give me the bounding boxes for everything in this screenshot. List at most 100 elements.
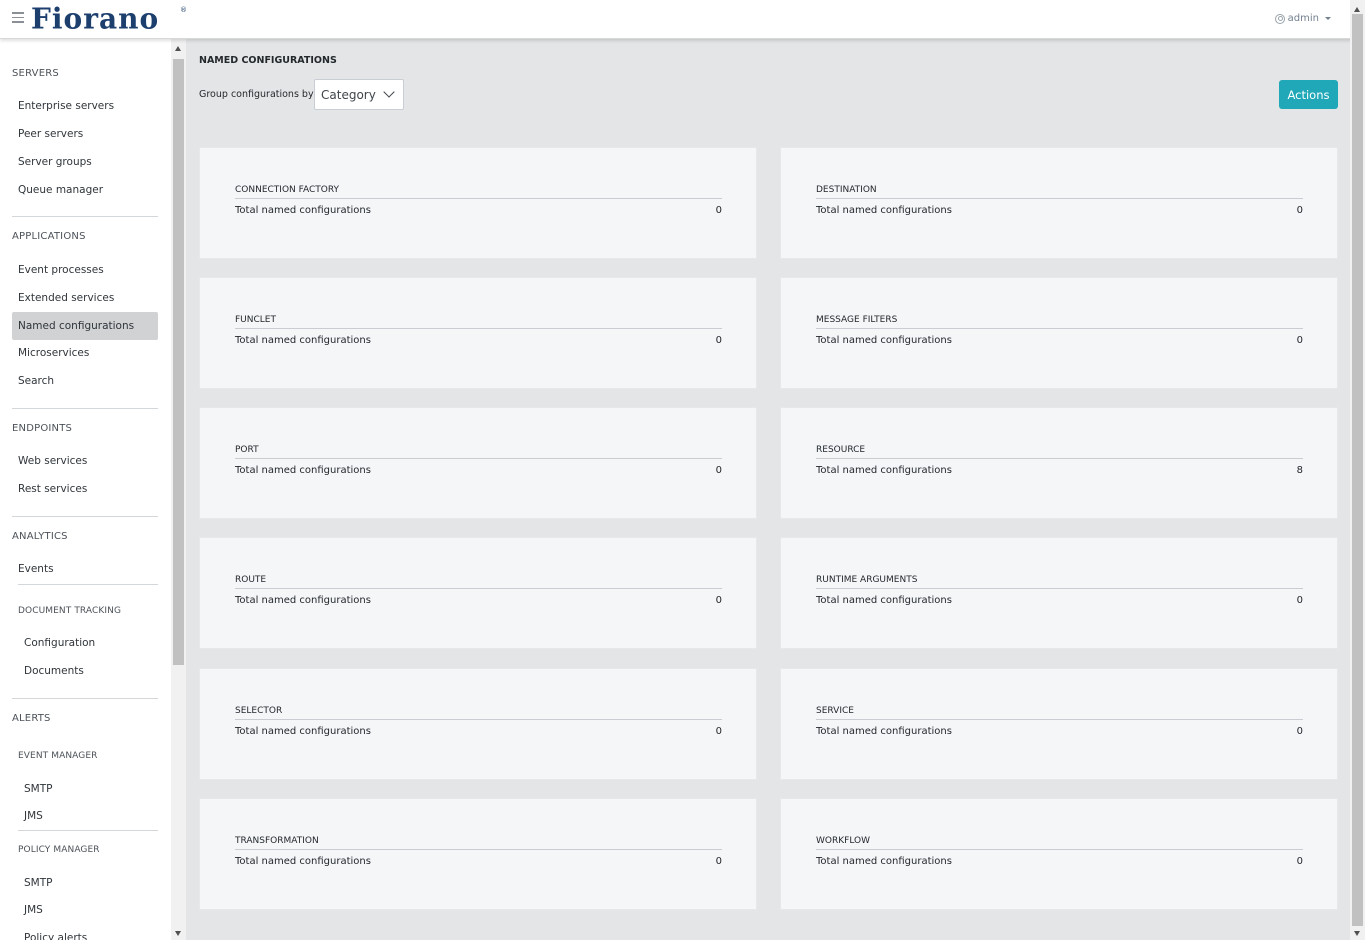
- card-label: Total named configurations: [235, 465, 371, 476]
- page-title: NAMED CONFIGURATIONS: [199, 55, 337, 66]
- sidebar-item-rest-services[interactable]: Rest services: [12, 475, 158, 503]
- card-value: 0: [715, 726, 722, 737]
- card-title: RESOURCE: [816, 445, 866, 455]
- sidebar-item-events[interactable]: Events: [12, 555, 158, 583]
- sidebar-section-alerts: ALERTS: [12, 713, 51, 724]
- group-by-label: Group configurations by: [199, 89, 314, 100]
- scroll-up-arrow-icon[interactable]: [1354, 7, 1360, 12]
- card-label: Total named configurations: [816, 335, 952, 346]
- user-name: admin: [1287, 13, 1319, 24]
- hamburger-menu-icon[interactable]: [12, 12, 24, 24]
- card-label: Total named configurations: [816, 595, 952, 606]
- card-title: DESTINATION: [816, 185, 877, 195]
- card-divider: [816, 458, 1303, 459]
- sidebar-item-microservices[interactable]: Microservices: [12, 339, 158, 367]
- sidebar-section-applications: APPLICATIONS: [12, 231, 86, 242]
- sidebar-item-configuration[interactable]: Configuration: [12, 629, 158, 657]
- card-title: SELECTOR: [235, 706, 283, 716]
- registered-mark-icon: ®: [180, 6, 187, 14]
- card-value: 0: [1296, 335, 1303, 346]
- sidebar-item-policy-smtp[interactable]: SMTP: [12, 869, 158, 897]
- config-card-service[interactable]: SERVICE Total named configurations 0: [780, 668, 1338, 780]
- card-label: Total named configurations: [816, 856, 952, 867]
- card-title: MESSAGE FILTERS: [816, 315, 898, 325]
- card-divider: [235, 458, 722, 459]
- sidebar-item-policy-jms[interactable]: JMS: [12, 896, 158, 924]
- sidebar-scrollbar[interactable]: [171, 39, 186, 940]
- chevron-down-icon: [383, 86, 395, 98]
- sidebar-section-analytics: ANALYTICS: [12, 531, 68, 542]
- card-value: 0: [715, 595, 722, 606]
- sidebar-item-event-jms[interactable]: JMS: [12, 802, 158, 830]
- page-scrollbar-thumb[interactable]: [1352, 14, 1363, 926]
- card-value: 0: [715, 465, 722, 476]
- card-label: Total named configurations: [816, 726, 952, 737]
- card-value: 0: [1296, 595, 1303, 606]
- card-divider: [235, 588, 722, 589]
- scroll-down-arrow-icon[interactable]: [1354, 931, 1360, 936]
- page-scrollbar[interactable]: [1350, 0, 1365, 940]
- scroll-up-arrow-icon[interactable]: [175, 46, 181, 51]
- main-content: NAMED CONFIGURATIONS Group configuration…: [186, 39, 1350, 940]
- top-bar: Fiorano ® admin: [0, 0, 1365, 39]
- group-by-select-value: Category: [321, 88, 376, 102]
- sidebar-section-servers: SERVERS: [12, 68, 59, 79]
- group-by-select[interactable]: Category: [314, 79, 404, 110]
- sidebar-divider: [12, 216, 158, 217]
- config-card-runtime-arguments[interactable]: RUNTIME ARGUMENTS Total named configurat…: [780, 537, 1338, 649]
- sidebar-item-peer-servers[interactable]: Peer servers: [12, 120, 158, 148]
- user-menu[interactable]: admin: [1274, 13, 1331, 24]
- sidebar-item-event-smtp[interactable]: SMTP: [12, 775, 158, 803]
- config-card-connection-factory[interactable]: CONNECTION FACTORY Total named configura…: [199, 147, 757, 259]
- card-label: Total named configurations: [235, 595, 371, 606]
- config-card-message-filters[interactable]: MESSAGE FILTERS Total named configuratio…: [780, 277, 1338, 389]
- card-label: Total named configurations: [235, 856, 371, 867]
- sidebar-item-queue-manager[interactable]: Queue manager: [12, 176, 158, 204]
- card-label: Total named configurations: [235, 726, 371, 737]
- card-title: CONNECTION FACTORY: [235, 185, 340, 195]
- sidebar-section-policy-manager: POLICY MANAGER: [18, 845, 100, 855]
- card-label: Total named configurations: [816, 465, 952, 476]
- config-card-port[interactable]: PORT Total named configurations 0: [199, 407, 757, 519]
- config-card-funclet[interactable]: FUNCLET Total named configurations 0: [199, 277, 757, 389]
- card-value: 0: [1296, 726, 1303, 737]
- card-title: ROUTE: [235, 575, 267, 585]
- sidebar: SERVERS Enterprise servers Peer servers …: [0, 39, 171, 940]
- caret-down-icon: [1325, 17, 1331, 20]
- card-divider: [816, 719, 1303, 720]
- sidebar-item-extended-services[interactable]: Extended services: [12, 284, 158, 312]
- sidebar-scrollbar-thumb[interactable]: [173, 59, 184, 665]
- card-divider: [235, 328, 722, 329]
- sidebar-item-policy-alerts[interactable]: Policy alerts: [12, 924, 158, 940]
- card-value: 0: [1296, 205, 1303, 216]
- sidebar-section-document-tracking: DOCUMENT TRACKING: [18, 606, 122, 616]
- config-card-destination[interactable]: DESTINATION Total named configurations 0: [780, 147, 1338, 259]
- sidebar-divider: [12, 698, 158, 699]
- sidebar-item-web-services[interactable]: Web services: [12, 447, 158, 475]
- fiorano-logo[interactable]: Fiorano: [31, 3, 159, 35]
- sidebar-item-event-processes[interactable]: Event processes: [12, 256, 158, 284]
- sidebar-section-event-manager: EVENT MANAGER: [18, 751, 98, 761]
- config-card-workflow[interactable]: WORKFLOW Total named configurations 0: [780, 798, 1338, 910]
- card-value: 0: [715, 335, 722, 346]
- config-card-route[interactable]: ROUTE Total named configurations 0: [199, 537, 757, 649]
- sidebar-item-named-configurations[interactable]: Named configurations: [12, 312, 158, 340]
- sidebar-divider: [18, 584, 158, 585]
- actions-button[interactable]: Actions: [1279, 80, 1338, 109]
- sidebar-item-documents[interactable]: Documents: [12, 657, 158, 685]
- sidebar-item-enterprise-servers[interactable]: Enterprise servers: [12, 92, 158, 120]
- sidebar-section-endpoints: ENDPOINTS: [12, 423, 73, 434]
- config-card-resource[interactable]: RESOURCE Total named configurations 8: [780, 407, 1338, 519]
- sidebar-item-search[interactable]: Search: [12, 367, 158, 395]
- card-divider: [235, 719, 722, 720]
- sidebar-divider: [12, 408, 158, 409]
- sidebar-item-server-groups[interactable]: Server groups: [12, 148, 158, 176]
- card-title: PORT: [235, 445, 259, 455]
- card-value: 0: [1296, 856, 1303, 867]
- scroll-down-arrow-icon[interactable]: [175, 931, 181, 936]
- card-title: TRANSFORMATION: [235, 836, 319, 846]
- config-card-selector[interactable]: SELECTOR Total named configurations 0: [199, 668, 757, 780]
- config-card-transformation[interactable]: TRANSFORMATION Total named configuration…: [199, 798, 757, 910]
- card-divider: [235, 849, 722, 850]
- card-value: 0: [715, 205, 722, 216]
